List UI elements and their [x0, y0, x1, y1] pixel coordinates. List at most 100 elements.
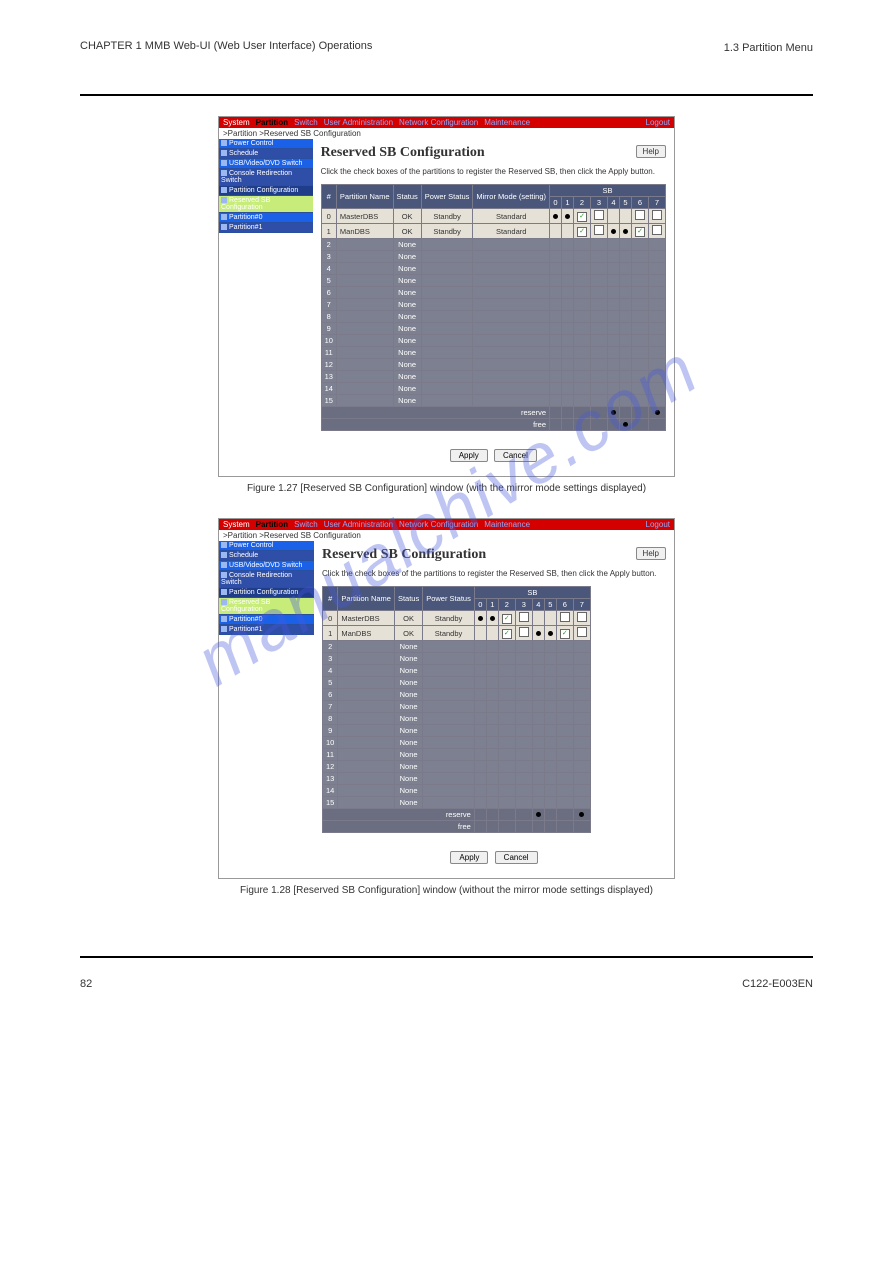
nav-maintenance[interactable]: Maintenance	[484, 118, 530, 127]
nav-network[interactable]: Network Configuration	[399, 520, 478, 529]
sidebar-item[interactable]: Console Redirection Switch	[219, 571, 314, 588]
nav-user-admin[interactable]: User Administration	[324, 118, 393, 127]
sidebar-item[interactable]: Reserved SB Configuration	[219, 196, 313, 213]
bullet-icon	[221, 616, 227, 622]
sidebar-item[interactable]: Partition#0	[219, 615, 314, 625]
table-row: 10None	[323, 737, 591, 749]
dot-icon	[611, 410, 616, 415]
col-sb-n: 3	[591, 197, 608, 209]
sidebar-item[interactable]: Power Control	[219, 541, 314, 551]
col-sb-n: 2	[498, 599, 515, 611]
bullet-icon	[221, 224, 227, 230]
checkbox-unchecked[interactable]	[577, 627, 587, 637]
config-table-no-mirror: # Partition Name Status Power Status SB …	[322, 586, 591, 833]
checkbox-checked[interactable]: ✓	[577, 227, 587, 237]
nav-logout[interactable]: Logout	[646, 520, 670, 529]
checkbox-unchecked[interactable]	[652, 210, 662, 220]
config-table-mirror: # Partition Name Status Power Status Mir…	[321, 184, 666, 431]
apply-button[interactable]: Apply	[450, 449, 488, 462]
table-row: 0MasterDBSOKStandby✓	[323, 611, 591, 626]
sidebar-item[interactable]: USB/Video/DVD Switch	[219, 159, 313, 169]
bullet-icon	[221, 160, 227, 166]
col-mirror: Mirror Mode (setting)	[473, 185, 550, 209]
apply-button[interactable]: Apply	[450, 851, 488, 864]
top-rule	[80, 94, 813, 96]
table-row: 5None	[323, 677, 591, 689]
sidebar-item[interactable]: Partition#0	[219, 213, 313, 223]
screenshot-mirror: System Partition Switch User Administrat…	[218, 116, 675, 477]
checkbox-unchecked[interactable]	[635, 210, 645, 220]
sidebar-item[interactable]: Partition#1	[219, 223, 313, 233]
sidebar-item[interactable]: Power Control	[219, 139, 313, 149]
sidebar-item[interactable]: Partition#1	[219, 625, 314, 635]
nav-maintenance[interactable]: Maintenance	[484, 520, 530, 529]
breadcrumb: >Partition >Reserved SB Configuration	[219, 128, 674, 139]
instruction-text: Click the check boxes of the partitions …	[322, 569, 666, 578]
nav-logout[interactable]: Logout	[646, 118, 670, 127]
col-idx: #	[321, 185, 336, 209]
table-row: 12None	[323, 761, 591, 773]
col-status: Status	[393, 185, 421, 209]
checkbox-unchecked[interactable]	[560, 612, 570, 622]
checkbox-unchecked[interactable]	[519, 612, 529, 622]
nav-user-admin[interactable]: User Administration	[324, 520, 393, 529]
table-row: 3None	[321, 251, 665, 263]
bullet-icon	[221, 214, 227, 220]
checkbox-unchecked[interactable]	[519, 627, 529, 637]
dot-icon	[553, 214, 558, 219]
page-title: Reserved SB Configuration	[321, 145, 666, 161]
table-row: 7None	[321, 299, 665, 311]
bullet-icon	[221, 187, 227, 193]
nav-partition[interactable]: Partition	[256, 118, 288, 127]
screenshot-no-mirror: System Partition Switch User Administrat…	[218, 518, 675, 879]
checkbox-unchecked[interactable]	[594, 225, 604, 235]
checkbox-unchecked[interactable]	[577, 612, 587, 622]
nav-partition[interactable]: Partition	[256, 520, 288, 529]
checkbox-checked[interactable]: ✓	[635, 227, 645, 237]
sidebar-item[interactable]: Reserved SB Configuration	[219, 598, 314, 615]
sidebar-item[interactable]: Partition Configuration	[219, 186, 313, 196]
table-row: reserve	[323, 809, 591, 821]
table-row: 10None	[321, 335, 665, 347]
nav-system[interactable]: System	[223, 520, 250, 529]
sidebar-item[interactable]: Partition Configuration	[219, 588, 314, 598]
col-status: Status	[394, 587, 422, 611]
nav-switch[interactable]: Switch	[294, 520, 318, 529]
dot-icon	[655, 410, 660, 415]
sidebar-item[interactable]: Console Redirection Switch	[219, 169, 313, 186]
sidebar-item[interactable]: USB/Video/DVD Switch	[219, 561, 314, 571]
checkbox-unchecked[interactable]	[594, 210, 604, 220]
sidebar-item[interactable]: Schedule	[219, 149, 313, 159]
bullet-icon	[221, 562, 227, 568]
help-button[interactable]: Help	[636, 547, 666, 560]
nav-system[interactable]: System	[223, 118, 250, 127]
col-sb-n: 0	[474, 599, 486, 611]
table-row: 3None	[323, 653, 591, 665]
checkbox-checked[interactable]: ✓	[577, 212, 587, 222]
dot-icon	[565, 214, 570, 219]
col-sb-n: 4	[608, 197, 620, 209]
checkbox-checked[interactable]: ✓	[560, 629, 570, 639]
bullet-icon	[221, 197, 227, 203]
checkbox-checked[interactable]: ✓	[502, 614, 512, 624]
cancel-button[interactable]: Cancel	[494, 449, 537, 462]
col-sb-n: 7	[649, 197, 666, 209]
table-row: 2None	[323, 641, 591, 653]
cancel-button[interactable]: Cancel	[495, 851, 538, 864]
col-sb-n: 4	[532, 599, 544, 611]
col-sb: SB	[550, 185, 666, 197]
checkbox-checked[interactable]: ✓	[502, 629, 512, 639]
page-title: Reserved SB Configuration	[322, 547, 666, 563]
table-row: 6None	[321, 287, 665, 299]
col-sb: SB	[474, 587, 590, 599]
help-button[interactable]: Help	[636, 145, 666, 158]
nav-switch[interactable]: Switch	[294, 118, 318, 127]
table-row: 12None	[321, 359, 665, 371]
nav-network[interactable]: Network Configuration	[399, 118, 478, 127]
dot-icon	[611, 229, 616, 234]
col-sb-n: 5	[620, 197, 632, 209]
table-row: 0MasterDBSOKStandbyStandard✓	[321, 209, 665, 224]
checkbox-unchecked[interactable]	[652, 225, 662, 235]
table-row: 15None	[321, 395, 665, 407]
sidebar-item[interactable]: Schedule	[219, 551, 314, 561]
